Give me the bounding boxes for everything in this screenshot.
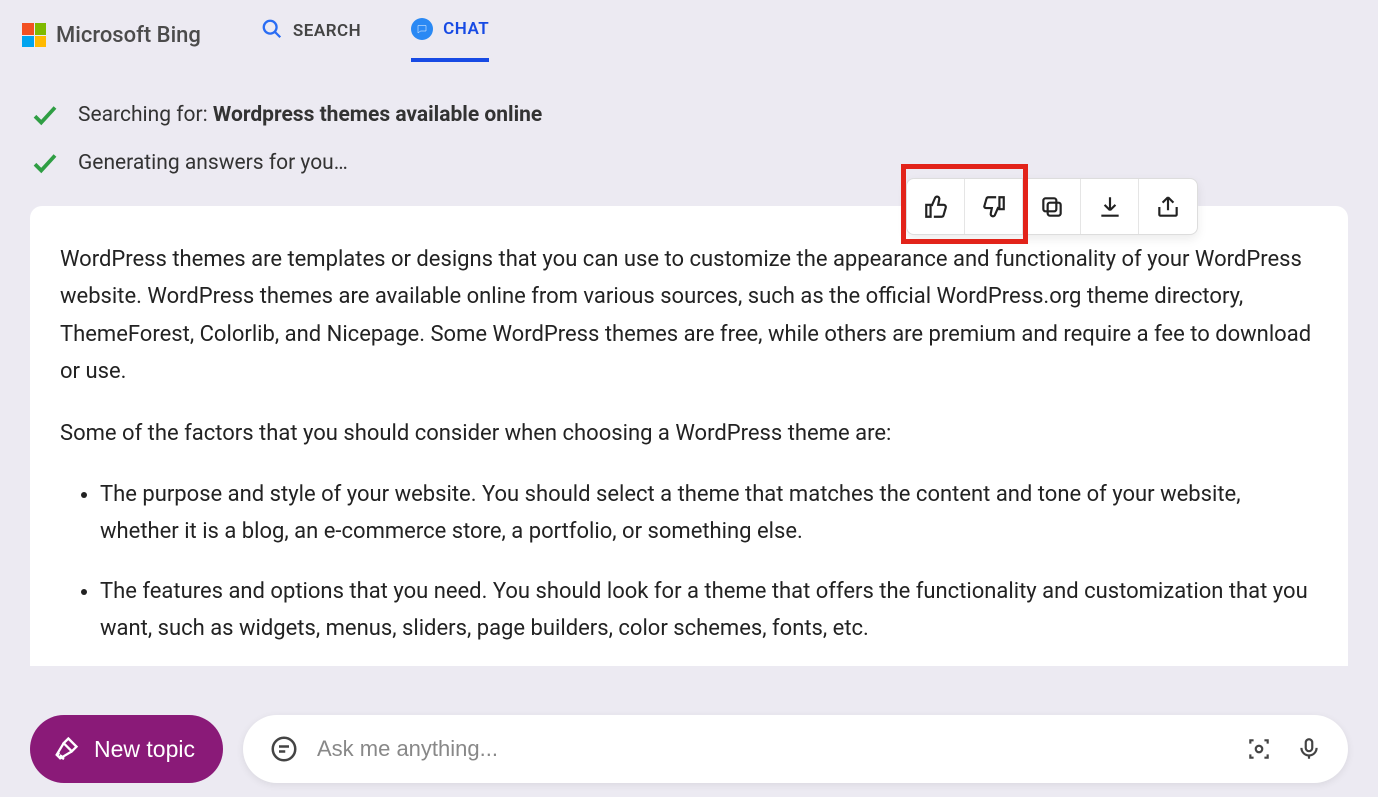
new-topic-label: New topic bbox=[94, 736, 195, 763]
header: Microsoft Bing SEARCH CHAT bbox=[0, 0, 1378, 60]
status-generating: Generating answers for you… bbox=[30, 148, 1348, 178]
microphone-icon[interactable] bbox=[1296, 736, 1322, 762]
microsoft-logo-icon bbox=[22, 23, 46, 47]
thumbs-down-button[interactable] bbox=[965, 179, 1023, 234]
status-searching-text: Searching for: Wordpress themes availabl… bbox=[78, 103, 542, 127]
tab-chat-label: CHAT bbox=[443, 19, 489, 39]
tab-search[interactable]: SEARCH bbox=[261, 8, 361, 63]
checkmark-icon bbox=[30, 100, 60, 130]
brand-block[interactable]: Microsoft Bing bbox=[22, 23, 201, 48]
brand-name: Microsoft Bing bbox=[56, 23, 201, 48]
thumbs-down-icon bbox=[981, 194, 1007, 220]
feedback-bar bbox=[906, 178, 1198, 235]
copy-icon bbox=[1039, 194, 1065, 220]
new-topic-button[interactable]: New topic bbox=[30, 715, 223, 783]
status-generating-text: Generating answers for you… bbox=[78, 151, 348, 175]
thumbs-up-icon bbox=[923, 194, 949, 220]
share-icon bbox=[1155, 194, 1181, 220]
answer-list-item: The purpose and style of your website. Y… bbox=[100, 476, 1318, 551]
answer-paragraph: WordPress themes are templates or design… bbox=[60, 241, 1318, 391]
copy-button[interactable] bbox=[1023, 179, 1081, 234]
download-icon bbox=[1097, 194, 1123, 220]
broom-icon bbox=[52, 735, 80, 763]
status-searching: Searching for: Wordpress themes availabl… bbox=[30, 100, 1348, 130]
ask-box[interactable] bbox=[243, 715, 1348, 783]
share-button[interactable] bbox=[1139, 179, 1197, 234]
answer-list: The purpose and style of your website. Y… bbox=[60, 476, 1318, 648]
checkmark-icon bbox=[30, 148, 60, 178]
message-icon bbox=[269, 734, 299, 764]
camera-scan-icon[interactable] bbox=[1246, 736, 1272, 762]
download-button[interactable] bbox=[1081, 179, 1139, 234]
answer-paragraph: Some of the factors that you should cons… bbox=[60, 415, 1318, 452]
tab-chat[interactable]: CHAT bbox=[411, 8, 489, 62]
bottom-bar: New topic bbox=[30, 715, 1348, 783]
answer-list-item: The features and options that you need. … bbox=[100, 573, 1318, 648]
tab-search-label: SEARCH bbox=[293, 21, 361, 41]
input-right-icons bbox=[1246, 736, 1322, 762]
chat-icon bbox=[411, 18, 433, 40]
tabs: SEARCH CHAT bbox=[261, 8, 489, 63]
thumbs-up-button[interactable] bbox=[907, 179, 965, 234]
ask-input[interactable] bbox=[317, 736, 1228, 762]
answer-card: WordPress themes are templates or design… bbox=[30, 206, 1348, 666]
search-icon bbox=[261, 18, 283, 45]
